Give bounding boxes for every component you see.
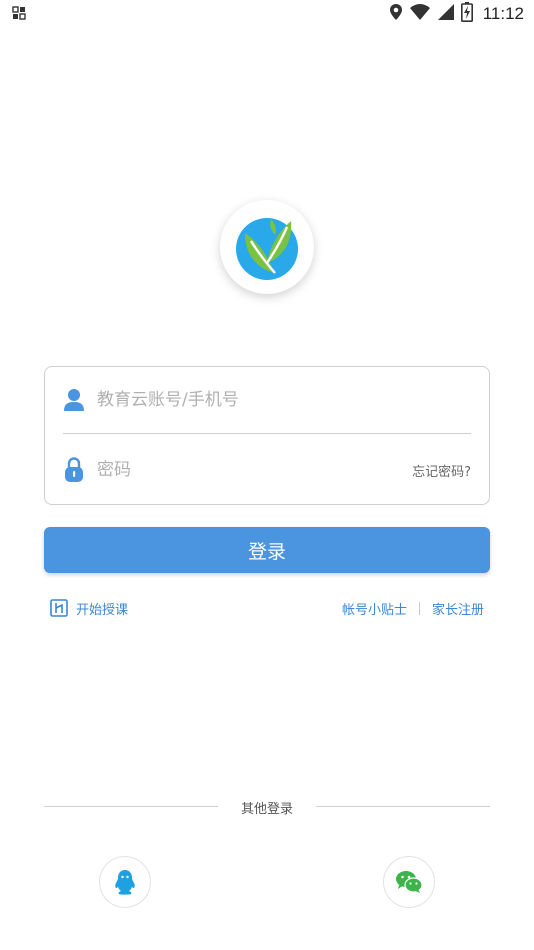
qq-login-button[interactable]: [99, 856, 151, 908]
status-time: 11:12: [482, 4, 524, 23]
wechat-login-button[interactable]: [383, 856, 435, 908]
location-icon: [389, 3, 403, 25]
login-form: 忘记密码?: [44, 366, 490, 505]
leaf-logo-icon: [236, 218, 298, 280]
divider-left: [44, 806, 218, 807]
status-right: 11:12: [389, 2, 524, 26]
login-button[interactable]: 登录: [44, 527, 490, 573]
lock-icon: [63, 457, 85, 483]
account-input[interactable]: [95, 389, 471, 411]
wechat-icon: [396, 871, 423, 893]
status-left: [12, 5, 26, 24]
app-logo: [220, 200, 314, 294]
right-links: 帐号小贴士 家长注册: [342, 598, 484, 618]
other-login-label: 其他登录: [240, 802, 293, 817]
signal-icon: [437, 3, 455, 25]
qq-icon: [115, 870, 135, 895]
notification-icon: [12, 5, 26, 24]
start-class-link[interactable]: 开始授课: [50, 598, 128, 618]
start-class-icon: [50, 599, 68, 617]
link-separator: [418, 601, 420, 615]
account-row: [63, 367, 471, 434]
wifi-icon: [409, 3, 431, 25]
divider-right: [316, 806, 490, 807]
password-row: 忘记密码?: [63, 437, 471, 503]
status-bar: 11:12: [0, 0, 534, 28]
parent-register-link[interactable]: 家长注册: [432, 599, 484, 618]
forgot-password-link[interactable]: 忘记密码?: [412, 461, 471, 480]
battery-charging-icon: [460, 2, 473, 26]
login-page: 11:12 教育云账号/手机号 忘记密码? 登录 开始授课 帐号小贴士 家长注册…: [0, 0, 534, 950]
account-tips-link[interactable]: 帐号小贴士: [342, 599, 407, 618]
password-input[interactable]: [95, 459, 413, 481]
user-icon: [63, 387, 85, 413]
start-class-label: 开始授课: [76, 602, 129, 618]
